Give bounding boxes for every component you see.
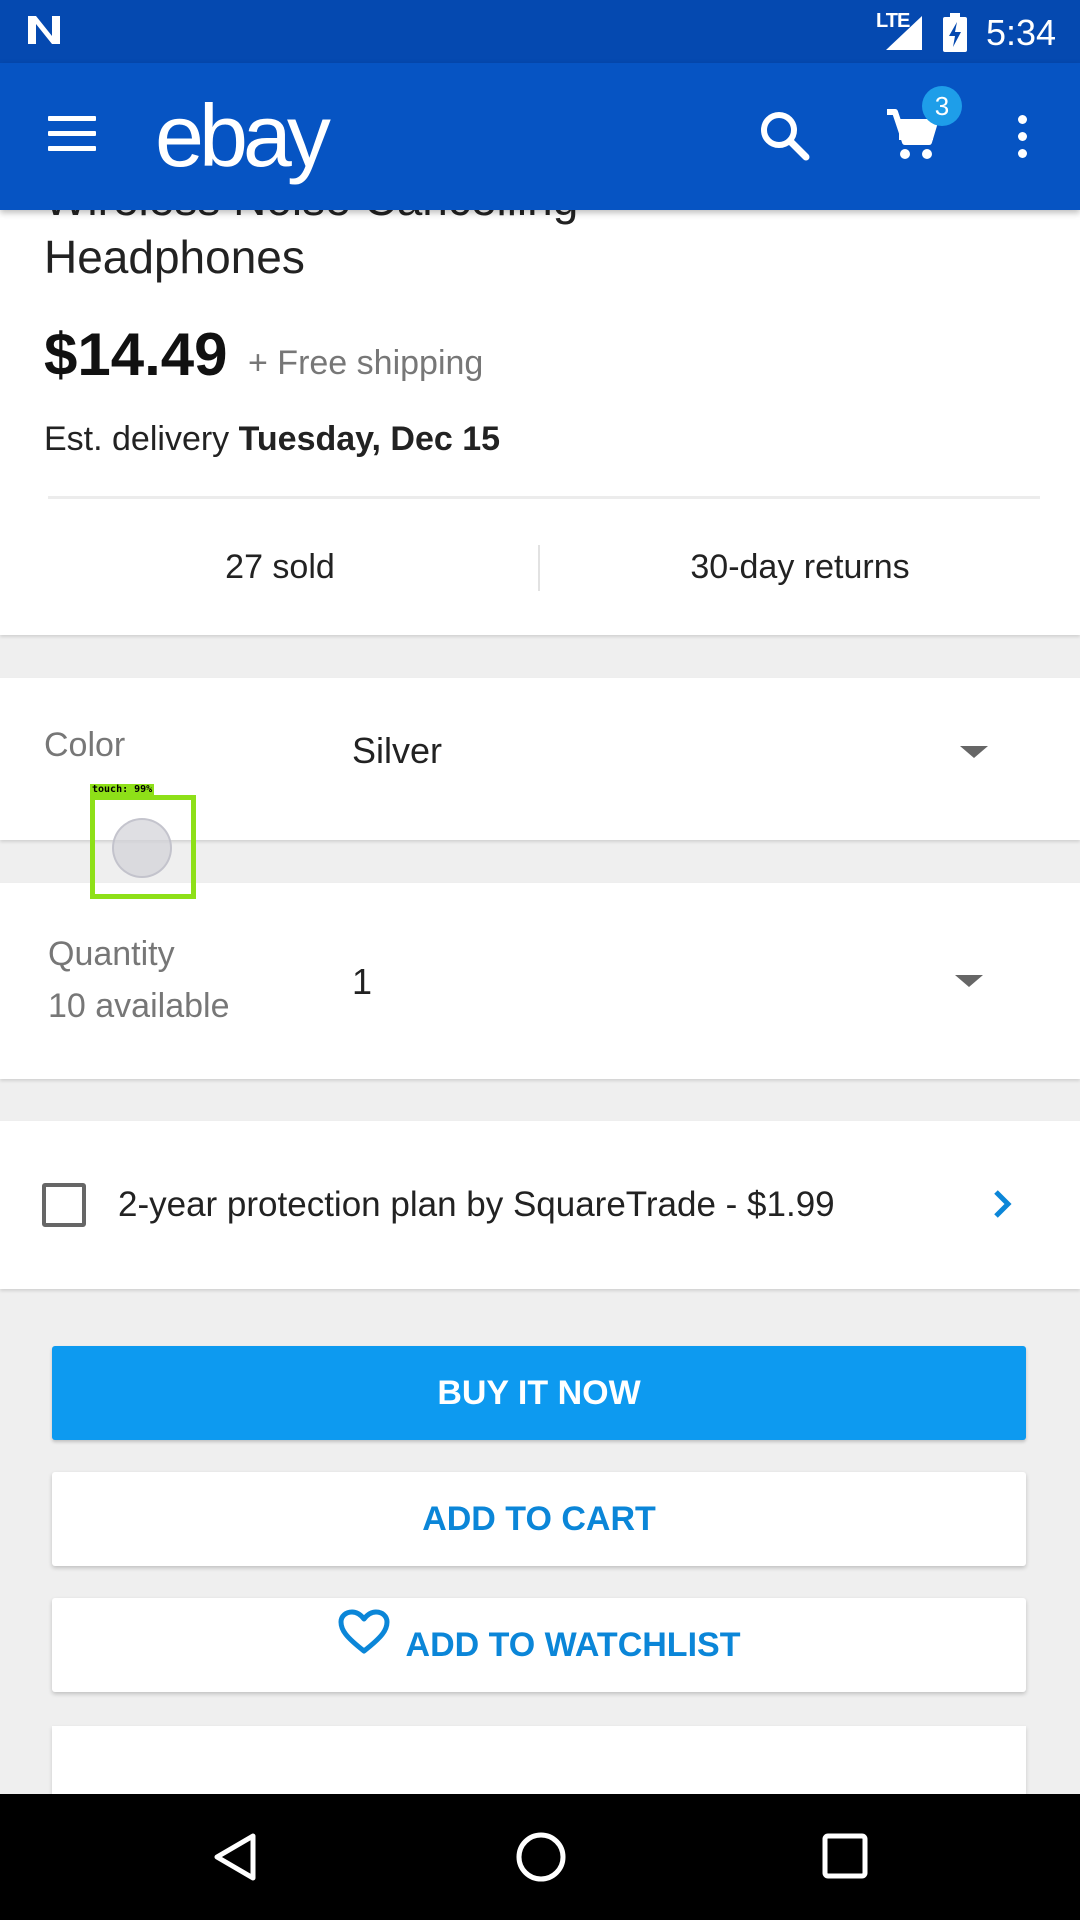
menu-icon[interactable] <box>48 116 98 156</box>
delivery-date: Tuesday, Dec 15 <box>238 420 501 458</box>
dropdown-arrow-icon <box>960 746 988 758</box>
divider <box>48 496 1040 499</box>
home-icon[interactable] <box>515 1831 567 1888</box>
product-title-partial: Wireless Noise Cancelling <box>44 210 578 226</box>
search-icon[interactable] <box>758 109 810 166</box>
color-label: Color <box>44 726 126 764</box>
add-to-watchlist-label: ADD TO WATCHLIST <box>405 1626 741 1664</box>
battery-charging-icon <box>942 13 968 58</box>
returns-policy[interactable]: 30-day returns <box>540 548 1060 587</box>
touch-indicator-box <box>90 795 196 899</box>
touch-indicator-label: touch: 99% <box>90 784 155 795</box>
add-to-watchlist-button[interactable]: ADD TO WATCHLIST <box>52 1598 1026 1692</box>
signal-icon <box>884 14 924 57</box>
cart-count-badge: 3 <box>922 86 962 126</box>
protection-plan-text: 2-year protection plan by SquareTrade - … <box>118 1185 835 1224</box>
product-price: $14.49 <box>44 321 228 388</box>
dropdown-arrow-icon <box>955 975 983 987</box>
product-title: Headphones <box>44 231 305 283</box>
system-nav-bar <box>0 1794 1080 1920</box>
delivery-estimate: Est. delivery Tuesday, Dec 15 <box>44 420 500 459</box>
buy-it-now-button[interactable]: BUY IT NOW <box>52 1346 1026 1440</box>
protection-plan-checkbox[interactable] <box>42 1183 86 1227</box>
quantity-available: 10 available <box>48 987 230 1025</box>
more-options-icon[interactable] <box>1012 115 1032 163</box>
recent-apps-icon[interactable] <box>822 1833 868 1884</box>
product-summary-card: Wireless Noise Cancelling Headphones $14… <box>0 210 1080 635</box>
notification-n-icon <box>26 14 62 51</box>
delivery-prefix: Est. delivery <box>44 420 230 458</box>
next-section-card <box>52 1726 1026 1796</box>
add-to-cart-button[interactable]: ADD TO CART <box>52 1472 1026 1566</box>
protection-plan-row[interactable]: 2-year protection plan by SquareTrade - … <box>0 1121 1080 1289</box>
quantity-selector[interactable]: Quantity 10 available 1 <box>0 883 1080 1079</box>
sold-count: 27 sold <box>225 548 335 586</box>
chevron-right-icon[interactable] <box>992 1185 1014 1230</box>
status-bar: LTE 5:34 <box>0 0 1080 63</box>
shipping-info: + Free shipping <box>248 344 484 382</box>
color-value: Silver <box>352 730 443 771</box>
ebay-logo[interactable]: ebay <box>155 85 331 187</box>
back-icon[interactable] <box>213 1832 257 1887</box>
quantity-label: Quantity <box>48 935 175 973</box>
clock: 5:34 <box>986 12 1057 53</box>
app-bar: ebay 3 <box>0 63 1080 210</box>
quantity-value: 1 <box>352 961 373 1002</box>
heart-icon <box>338 1597 390 1691</box>
